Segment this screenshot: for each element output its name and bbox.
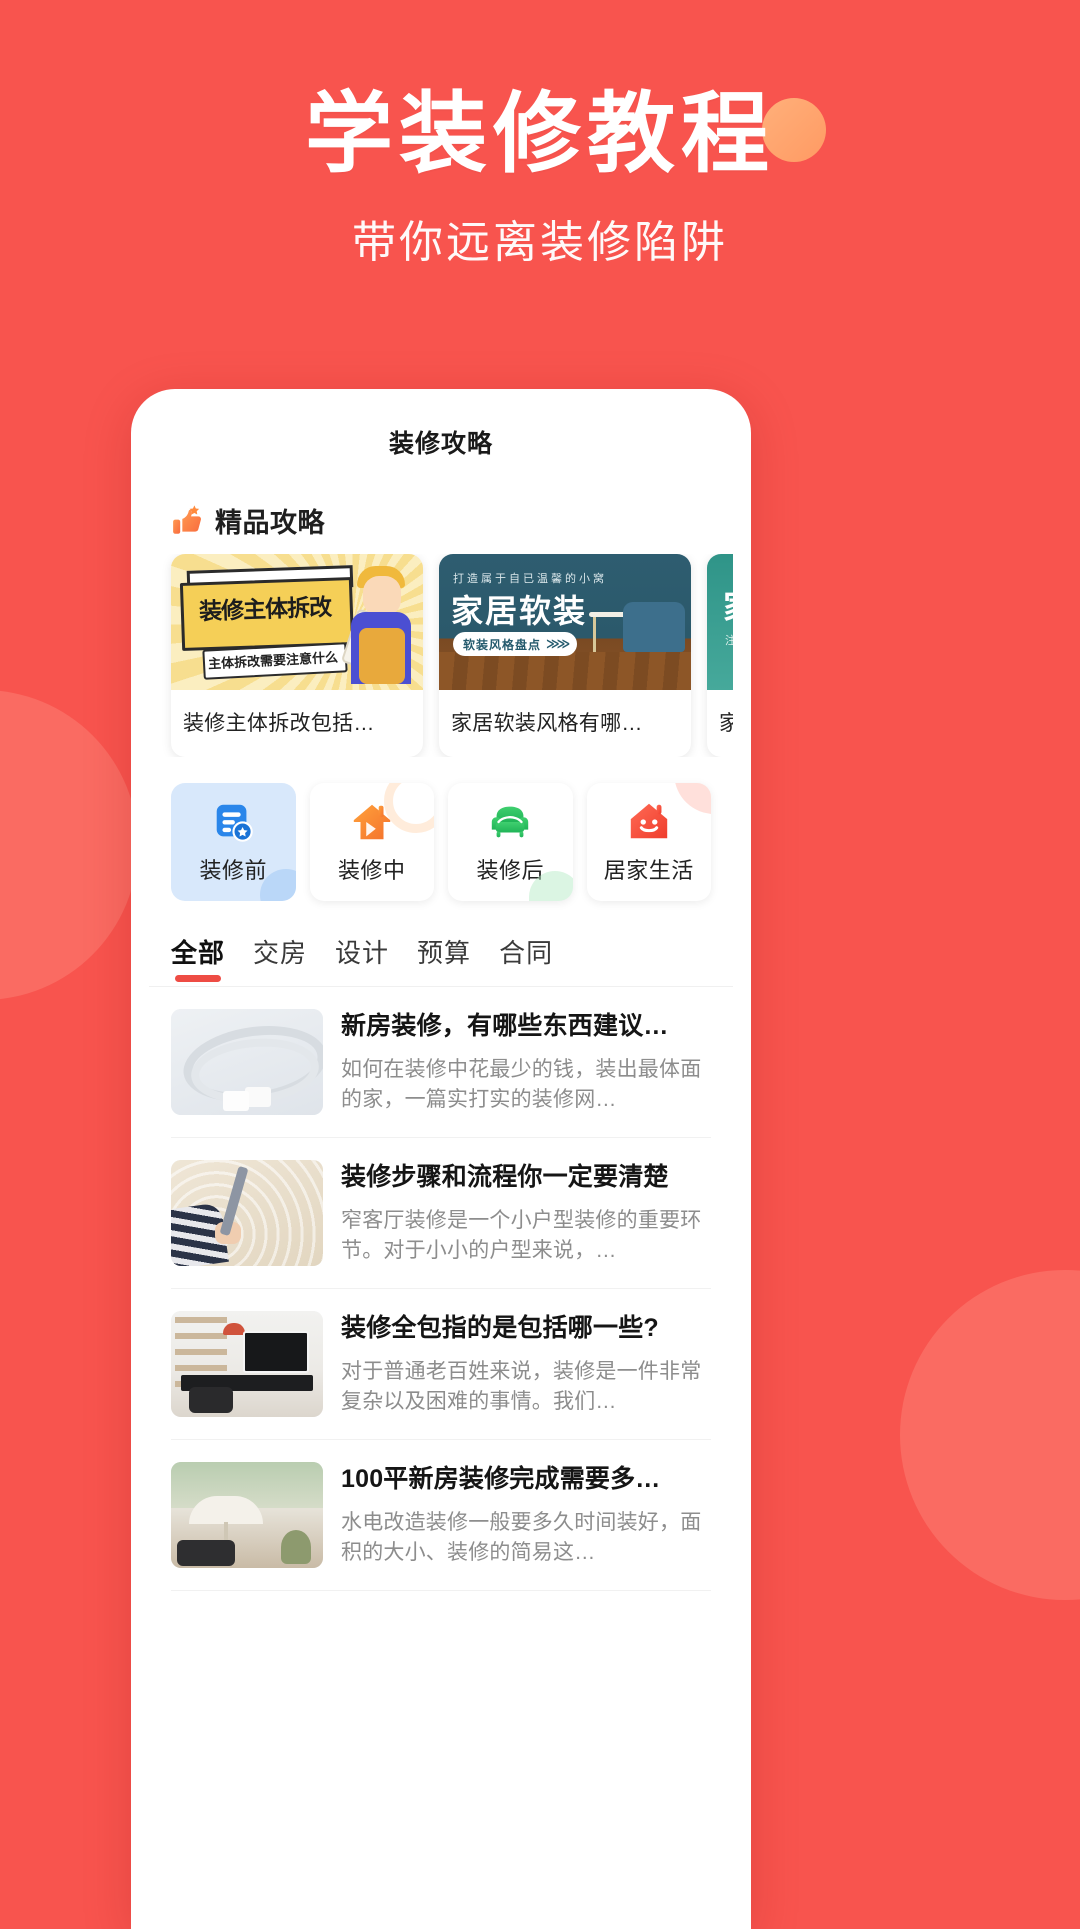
article-text: 新房装修，有哪些东西建议… 如何在装修中花最少的钱，装出最体面的家，一篇实打实的… <box>341 1009 711 1115</box>
artwork-sofa <box>623 602 685 652</box>
article-description: 水电改造装修一般要多久时间装好，面积的大小、装修的简易这… <box>341 1511 702 1565</box>
featured-card-title: 装修主体拆改包括… <box>183 712 375 735</box>
chevrons-right-icon: ≫≫ <box>546 636 570 651</box>
category-tiles: 装修前 装修中 装修后 居家生活 <box>149 757 733 907</box>
artwork-wood-floor <box>439 652 691 690</box>
category-label: 居家生活 <box>603 858 694 883</box>
article-list-item[interactable]: 100平新房装修完成需要多… 水电改造装修一般要多久时间装好，面积的大小、装修的… <box>171 1440 711 1591</box>
article-description: 对于普通老百姓来说，装修是一件非常复杂以及困难的事情。我们… <box>341 1360 702 1414</box>
tile-decoration <box>667 783 711 816</box>
article-title: 新房装修，有哪些东西建议… <box>341 1012 669 1040</box>
featured-section-header: 精品攻略 <box>149 479 733 554</box>
armchair <box>189 1387 233 1413</box>
tab-budget[interactable]: 预算 <box>417 933 471 986</box>
featured-card-title: 家居 <box>719 712 733 735</box>
soft-furnishing-artwork: 打造属于自已温馨的小窝 家居软装 软装风格盘点 ≫≫ <box>439 554 691 690</box>
category-label: 装修中 <box>337 858 406 883</box>
article-description: 如何在装修中花最少的钱，装出最体面的家，一篇实打实的装修网… <box>341 1058 702 1112</box>
article-list-item[interactable]: 新房装修，有哪些东西建议… 如何在装修中花最少的钱，装出最体面的家，一篇实打实的… <box>171 987 711 1138</box>
artwork-subline: 注意事 <box>725 635 733 647</box>
tab-contract[interactable]: 合同 <box>499 933 553 986</box>
article-title: 装修步骤和流程你一定要清楚 <box>341 1163 669 1191</box>
garden-terrace-photo-icon <box>171 1462 323 1568</box>
potted-plant <box>281 1530 311 1564</box>
outdoor-sofa <box>177 1540 235 1566</box>
page-title: 装修攻略 <box>388 430 493 458</box>
decorative-circle-left <box>0 690 138 1000</box>
artwork-worker-apron <box>359 628 405 684</box>
artwork-headline: 装修主体拆改 <box>198 594 332 626</box>
artwork-worker-head <box>363 576 401 616</box>
article-title: 100平新房装修完成需要多… <box>341 1465 661 1493</box>
cable-photo-icon <box>171 1009 323 1115</box>
featured-card-thumbnail: 打造属于自已温馨的小窝 家居软装 软装风格盘点 ≫≫ <box>439 554 691 690</box>
featured-card[interactable]: 家居 注意事 家居 <box>707 554 733 757</box>
home-guide-artwork: 家居 注意事 <box>707 554 733 690</box>
article-list-item[interactable]: 装修步骤和流程你一定要清楚 窄客厅装修是一个小户型装修的重要环节。对于小小的户型… <box>171 1138 711 1289</box>
artwork-headline: 家居软装 <box>451 592 588 630</box>
cable-plug <box>223 1091 249 1111</box>
hero-title: 学装修教程 <box>304 82 775 185</box>
category-tile-after[interactable]: 装修后 <box>448 783 573 901</box>
document-star-icon <box>216 804 253 842</box>
featured-card-thumbnail: 家居 注意事 <box>707 554 733 690</box>
living-room-photo-icon <box>171 1311 323 1417</box>
article-thumbnail <box>171 1462 323 1568</box>
category-tile-during[interactable]: 装修中 <box>309 783 434 901</box>
thumbs-up-icon <box>173 504 201 534</box>
artwork-pill-label: 软装风格盘点 <box>463 637 542 652</box>
article-text: 装修全包指的是包括哪一些? 对于普通老百姓来说，装修是一件非常复杂以及困难的事情… <box>341 1311 711 1417</box>
artwork-pill-button: 软装风格盘点 ≫≫ <box>453 632 578 656</box>
phone-mockup: 装修攻略 精品攻略 装修主体拆改 主体拆改需要注意什么 装修主体拆改包括… 打造… <box>131 389 751 1929</box>
article-title: 装修全包指的是包括哪一些? <box>341 1314 659 1342</box>
featured-card-title: 家居软装风格有哪… <box>451 712 643 735</box>
category-label: 装修前 <box>199 858 267 883</box>
wall-plastering-photo-icon <box>171 1160 323 1266</box>
article-thumbnail <box>171 1009 323 1115</box>
renovation-demolition-artwork: 装修主体拆改 主体拆改需要注意什么 <box>171 554 423 690</box>
featured-card-thumbnail: 装修主体拆改 主体拆改需要注意什么 <box>171 554 423 690</box>
app-screen: 装修攻略 精品攻略 装修主体拆改 主体拆改需要注意什么 装修主体拆改包括… 打造… <box>149 405 733 1929</box>
article-description: 窄客厅装修是一个小户型装修的重要环节。对于小小的户型来说，… <box>341 1209 702 1263</box>
featured-carousel[interactable]: 装修主体拆改 主体拆改需要注意什么 装修主体拆改包括… 打造属于自已温馨的小窝 … <box>149 554 733 757</box>
tab-all[interactable]: 全部 <box>171 933 225 986</box>
sofa-icon <box>492 806 529 838</box>
app-bar: 装修攻略 <box>149 405 733 479</box>
article-text: 100平新房装修完成需要多… 水电改造装修一般要多久时间装好，面积的大小、装修的… <box>341 1462 711 1568</box>
article-text: 装修步骤和流程你一定要清楚 窄客厅装修是一个小户型装修的重要环节。对于小小的户型… <box>341 1160 711 1266</box>
artwork-headline: 家居 <box>723 580 733 629</box>
tab-design[interactable]: 设计 <box>335 933 389 986</box>
filter-tabs: 全部 交房 设计 预算 合同 <box>149 907 733 987</box>
article-list: 新房装修，有哪些东西建议… 如何在装修中花最少的钱，装出最体面的家，一篇实打实的… <box>149 987 733 1591</box>
category-tile-home-life[interactable]: 居家生活 <box>586 783 711 901</box>
featured-card[interactable]: 打造属于自已温馨的小窝 家居软装 软装风格盘点 ≫≫ 家居软装风格有哪… <box>439 554 691 757</box>
category-tile-before[interactable]: 装修前 <box>171 783 296 901</box>
floor-lamp <box>223 1323 245 1335</box>
featured-section-title: 精品攻略 <box>215 508 325 538</box>
article-list-item[interactable]: 装修全包指的是包括哪一些? 对于普通老百姓来说，装修是一件非常复杂以及困难的事情… <box>171 1289 711 1440</box>
phone-screen-bezel: 装修攻略 精品攻略 装修主体拆改 主体拆改需要注意什么 装修主体拆改包括… 打造… <box>149 405 733 1929</box>
smiley-house-icon <box>630 803 667 839</box>
artwork-kicker: 打造属于自已温馨的小窝 <box>453 573 607 585</box>
featured-card[interactable]: 装修主体拆改 主体拆改需要注意什么 装修主体拆改包括… <box>171 554 423 757</box>
television <box>243 1331 309 1373</box>
tab-handover[interactable]: 交房 <box>253 933 307 986</box>
article-thumbnail <box>171 1311 323 1417</box>
hero-subtitle: 带你远离装修陷阱 <box>352 218 728 268</box>
hero-section: 学装修教程 带你远离装修陷阱 <box>0 0 1080 272</box>
article-thumbnail <box>171 1160 323 1266</box>
decorative-circle-right <box>900 1270 1080 1600</box>
